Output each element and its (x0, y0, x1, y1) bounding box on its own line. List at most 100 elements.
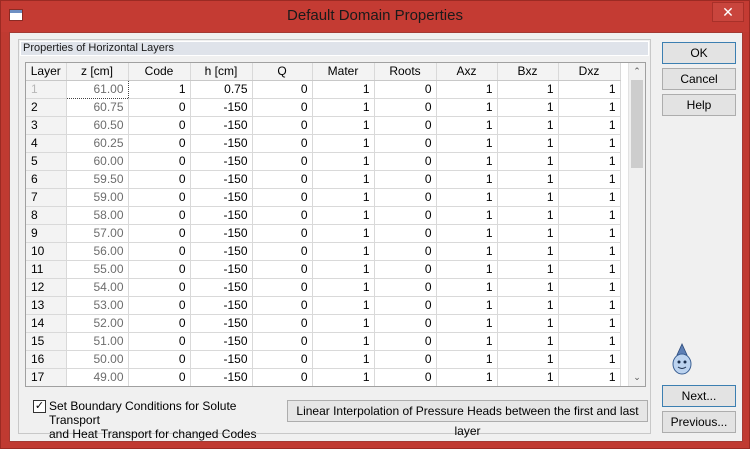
table-cell[interactable]: 1 (312, 260, 375, 279)
table-cell[interactable]: -150 (190, 260, 253, 279)
table-cell[interactable]: 1 (436, 206, 498, 225)
row-header-cell[interactable]: 4 (26, 134, 67, 153)
row-header-cell[interactable]: 1 (26, 80, 67, 99)
table-cell[interactable]: 1 (312, 80, 375, 99)
table-cell[interactable]: 1 (497, 206, 559, 225)
table-cell[interactable]: 1 (558, 278, 621, 297)
ok-button[interactable]: OK (662, 42, 736, 64)
table-cell[interactable]: 1 (436, 98, 498, 117)
table-cell[interactable]: 0 (128, 206, 191, 225)
table-cell[interactable]: 0 (374, 314, 437, 333)
table-cell[interactable]: 0 (374, 98, 437, 117)
column-header[interactable]: Axz (436, 63, 498, 81)
row-header-cell[interactable]: 9 (26, 224, 67, 243)
table-cell[interactable]: -150 (190, 314, 253, 333)
column-header[interactable]: Dxz (558, 63, 621, 81)
row-header-cell[interactable]: 3 (26, 116, 67, 135)
row-header-cell[interactable]: 13 (26, 296, 67, 315)
table-cell[interactable]: 1 (312, 278, 375, 297)
column-header[interactable]: Q (252, 63, 313, 81)
table-cell[interactable]: 0 (128, 368, 191, 386)
table-cell[interactable]: 49.00 (66, 368, 129, 386)
table-cell[interactable]: 0 (252, 224, 313, 243)
table-cell[interactable]: -150 (190, 98, 253, 117)
table-cell[interactable]: 0 (128, 170, 191, 189)
table-cell[interactable]: 0 (128, 98, 191, 117)
table-cell[interactable]: 53.00 (66, 296, 129, 315)
table-cell[interactable]: 1 (312, 134, 375, 153)
table-cell[interactable]: -150 (190, 368, 253, 386)
table-row[interactable]: 9 57.00 0 -150 0 1 0 1 1 1 (26, 224, 621, 243)
table-row[interactable]: 6 59.50 0 -150 0 1 0 1 1 1 (26, 170, 621, 189)
table-cell[interactable]: 1 (558, 116, 621, 135)
table-cell[interactable]: 1 (436, 170, 498, 189)
table-cell[interactable]: 0 (252, 188, 313, 207)
table-cell[interactable]: -150 (190, 116, 253, 135)
table-cell[interactable]: 1 (497, 80, 559, 99)
table-cell[interactable]: 0 (252, 80, 313, 99)
row-header-cell[interactable]: 11 (26, 260, 67, 279)
table-cell[interactable]: 0 (128, 116, 191, 135)
table-cell[interactable]: 0 (128, 332, 191, 351)
table-row[interactable]: 11 55.00 0 -150 0 1 0 1 1 1 (26, 260, 621, 279)
table-cell[interactable]: 1 (312, 170, 375, 189)
table-cell[interactable]: 1 (558, 188, 621, 207)
table-cell[interactable]: 0 (374, 80, 437, 99)
table-cell[interactable]: 1 (558, 350, 621, 369)
table-cell[interactable]: 0 (374, 224, 437, 243)
table-cell[interactable]: 1 (436, 260, 498, 279)
table-cell[interactable]: 1 (558, 98, 621, 117)
table-row[interactable]: 12 54.00 0 -150 0 1 0 1 1 1 (26, 278, 621, 297)
table-cell[interactable]: 1 (497, 350, 559, 369)
table-cell[interactable]: 1 (497, 242, 559, 261)
table-cell[interactable]: 1 (312, 242, 375, 261)
table-cell[interactable]: 1 (312, 98, 375, 117)
table-cell[interactable]: 1 (312, 116, 375, 135)
table-cell[interactable]: 0 (374, 152, 437, 171)
table-cell[interactable]: 1 (558, 314, 621, 333)
table-cell[interactable]: 1 (312, 224, 375, 243)
table-cell[interactable]: 0 (252, 350, 313, 369)
table-cell[interactable]: 1 (558, 134, 621, 153)
table-cell[interactable]: 1 (558, 296, 621, 315)
table-cell[interactable]: 0 (128, 134, 191, 153)
table-row[interactable]: 10 56.00 0 -150 0 1 0 1 1 1 (26, 242, 621, 261)
table-cell[interactable]: 0 (128, 242, 191, 261)
table-row[interactable]: 17 49.00 0 -150 0 1 0 1 1 1 (26, 368, 621, 386)
table-cell[interactable]: -150 (190, 278, 253, 297)
table-cell[interactable]: 1 (436, 314, 498, 333)
scroll-down-icon[interactable]: ⌄ (629, 369, 645, 386)
table-cell[interactable]: 54.00 (66, 278, 129, 297)
table-cell[interactable]: 1 (436, 224, 498, 243)
table-cell[interactable]: 1 (436, 116, 498, 135)
table-cell[interactable]: 0 (252, 368, 313, 386)
layers-grid[interactable]: Layer z [cm] Code h [cm] Q Mater Roots Axz Bxz Dx… (25, 62, 646, 387)
table-cell[interactable]: 0 (374, 188, 437, 207)
table-cell[interactable]: 0 (128, 260, 191, 279)
table-cell[interactable]: 1 (497, 368, 559, 386)
table-cell[interactable]: 51.00 (66, 332, 129, 351)
table-cell[interactable]: 0 (128, 224, 191, 243)
table-cell[interactable]: 1 (497, 260, 559, 279)
table-cell[interactable]: 1 (128, 80, 191, 99)
table-cell[interactable]: 59.50 (66, 170, 129, 189)
table-cell[interactable]: 1 (497, 278, 559, 297)
table-cell[interactable]: 1 (436, 296, 498, 315)
row-header-cell[interactable]: 12 (26, 278, 67, 297)
table-cell[interactable]: -150 (190, 152, 253, 171)
table-cell[interactable]: 58.00 (66, 206, 129, 225)
table-cell[interactable]: 0 (374, 260, 437, 279)
column-header[interactable]: Mater (312, 63, 375, 81)
column-header[interactable]: Layer (26, 63, 67, 81)
row-header-cell[interactable]: 8 (26, 206, 67, 225)
table-row[interactable]: 3 60.50 0 -150 0 1 0 1 1 1 (26, 116, 621, 135)
table-cell[interactable]: 55.00 (66, 260, 129, 279)
table-row[interactable]: 1 61.00 1 0.75 0 1 0 1 1 1 (26, 79, 621, 99)
row-header-cell[interactable]: 5 (26, 152, 67, 171)
table-cell[interactable]: 1 (436, 368, 498, 386)
table-cell[interactable]: 60.75 (66, 98, 129, 117)
table-row[interactable]: 7 59.00 0 -150 0 1 0 1 1 1 (26, 188, 621, 207)
table-cell[interactable]: 1 (558, 224, 621, 243)
table-cell[interactable]: 0 (374, 278, 437, 297)
row-header-cell[interactable]: 6 (26, 170, 67, 189)
